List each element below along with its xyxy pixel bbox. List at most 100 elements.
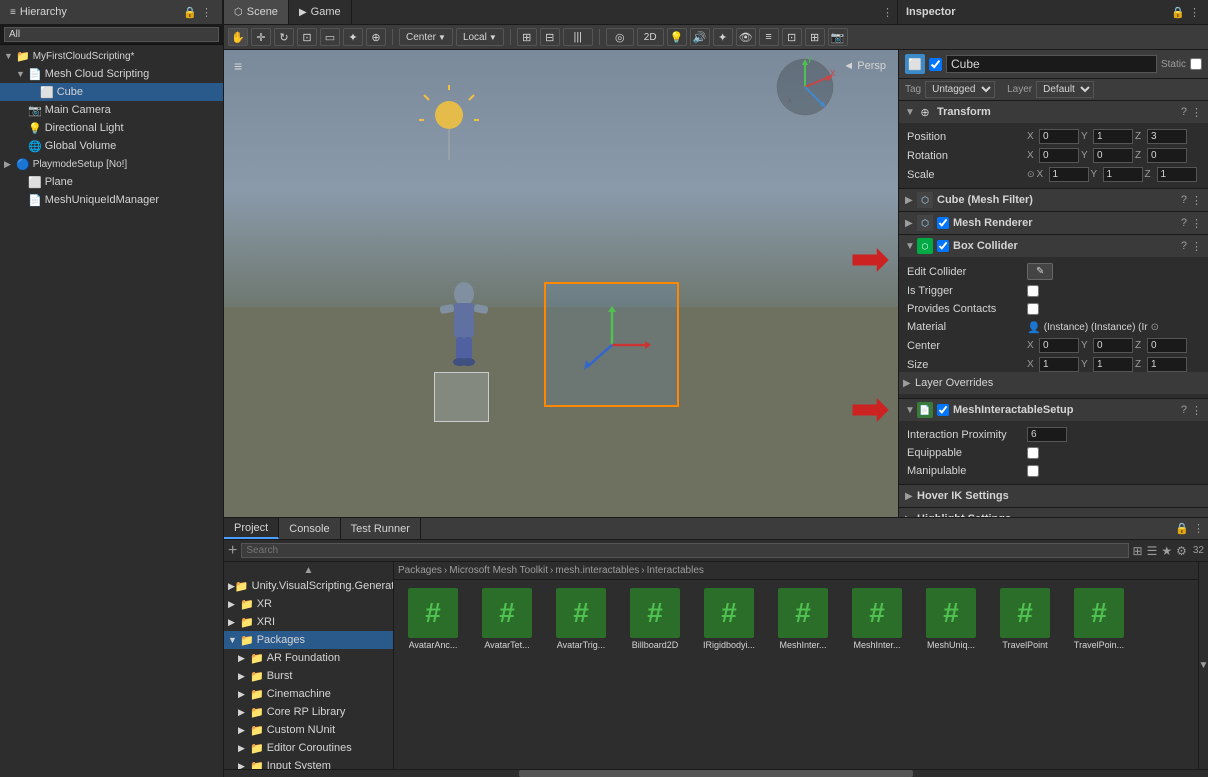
fx-btn[interactable]: ✦ xyxy=(713,28,733,46)
provides-contacts-checkbox[interactable] xyxy=(1027,303,1039,315)
tool-btn-hand[interactable]: ✋ xyxy=(228,28,248,46)
center-z[interactable] xyxy=(1147,338,1187,353)
file-item-4[interactable]: IRigidbodyi... xyxy=(694,584,764,765)
rotation-x[interactable] xyxy=(1039,148,1079,163)
snap-btn2[interactable]: ⊟ xyxy=(540,28,560,46)
manipulable-checkbox[interactable] xyxy=(1027,465,1039,477)
scene-viewport[interactable]: ◄ Persp Y X xyxy=(224,50,898,517)
scale-z[interactable] xyxy=(1157,167,1197,182)
mesh-renderer-help-icon[interactable]: ? xyxy=(1181,217,1187,230)
inspector-menu-icon[interactable]: ⋮ xyxy=(1189,6,1200,19)
mesh-interactable-menu-icon[interactable]: ⋮ xyxy=(1191,404,1202,417)
mesh-interactable-header[interactable]: ▼ 📄 MeshInteractableSetup ? ⋮ xyxy=(899,399,1208,421)
console-tab[interactable]: Console xyxy=(279,518,340,539)
snap-btn[interactable]: ⊞ xyxy=(517,28,537,46)
project-tree-item-cinemachine[interactable]: ▶ 📁 Cinemachine xyxy=(224,685,393,703)
tree-item-root[interactable]: ▼ 📁 MyFirstCloudScripting* xyxy=(0,47,223,65)
file-item-2[interactable]: AvatarTrig... xyxy=(546,584,616,765)
audio-btn[interactable]: 🔊 xyxy=(690,28,710,46)
grid-btn[interactable]: ⊞ xyxy=(805,28,825,46)
file-item-6[interactable]: MeshInter... xyxy=(842,584,912,765)
project-tree-item-core-rp[interactable]: ▶ 📁 Core RP Library xyxy=(224,703,393,721)
interaction-proximity-input[interactable] xyxy=(1027,427,1067,442)
file-item-9[interactable]: TravelPoin... xyxy=(1064,584,1134,765)
project-scroll-bar[interactable]: ▼ xyxy=(1198,562,1208,769)
game-tab[interactable]: ▶ Game xyxy=(289,0,352,24)
inspector-lock-icon[interactable]: 🔒 xyxy=(1171,6,1185,19)
hierarchy-tab[interactable]: ≡ Hierarchy 🔒 ⋮ xyxy=(0,0,223,24)
gameobject-name-input[interactable] xyxy=(946,55,1157,73)
project-bottom-scrollbar[interactable] xyxy=(224,769,1208,777)
tag-select[interactable]: Untagged xyxy=(925,81,995,98)
breadcrumb-packages[interactable]: Packages xyxy=(398,565,442,576)
2d-btn[interactable]: 2D xyxy=(637,28,664,46)
selected-cube[interactable] xyxy=(544,282,679,407)
local-dropdown[interactable]: Local ▼ xyxy=(456,28,504,46)
light-btn[interactable]: 💡 xyxy=(667,28,687,46)
tool-btn-combo[interactable]: ✦ xyxy=(343,28,363,46)
scrollbar-thumb[interactable] xyxy=(519,770,913,777)
scene-tab[interactable]: ⬡ Scene xyxy=(224,0,289,24)
project-tree-item-editor-coroutines[interactable]: ▶ 📁 Editor Coroutines xyxy=(224,739,393,757)
size-y[interactable] xyxy=(1093,357,1133,372)
tree-item-cube[interactable]: ⬜ Cube xyxy=(0,83,223,101)
mesh-filter-header[interactable]: ▶ ⬡ Cube (Mesh Filter) ? ⋮ xyxy=(899,189,1208,211)
size-x[interactable] xyxy=(1039,357,1079,372)
tree-item-dir-light[interactable]: 💡 Directional Light xyxy=(0,119,223,137)
mesh-renderer-header[interactable]: ▶ ⬡ Mesh Renderer ? ⋮ xyxy=(899,212,1208,234)
hover-ik-header[interactable]: ▶ Hover IK Settings xyxy=(899,485,1208,507)
mesh-renderer-menu-icon[interactable]: ⋮ xyxy=(1191,217,1202,230)
file-item-1[interactable]: AvatarTet... xyxy=(472,584,542,765)
transform-help-icon[interactable]: ? xyxy=(1181,106,1187,119)
position-x[interactable] xyxy=(1039,129,1079,144)
equippable-checkbox[interactable] xyxy=(1027,447,1039,459)
tree-item-playmode[interactable]: ▶ 🔵 PlaymodeSetup [No!] xyxy=(0,155,223,173)
layer-select[interactable]: Default xyxy=(1036,81,1094,98)
tree-item-main-camera[interactable]: 📷 Main Camera xyxy=(0,101,223,119)
breadcrumb-mesh-toolkit[interactable]: Microsoft Mesh Toolkit xyxy=(449,565,548,576)
hide-btn[interactable]: 👁 xyxy=(736,28,756,46)
project-menu-icon[interactable]: ⋮ xyxy=(1193,522,1204,535)
hierarchy-search-input[interactable] xyxy=(4,27,219,42)
snap-btn3[interactable]: ||| xyxy=(563,28,593,46)
breadcrumb-interactables-folder[interactable]: Interactables xyxy=(647,565,704,576)
tree-item-mesh-uid[interactable]: 📄 MeshUniqueIdManager xyxy=(0,191,223,209)
mesh-filter-menu-icon[interactable]: ⋮ xyxy=(1191,194,1202,207)
tool-btn-rotate[interactable]: ↻ xyxy=(274,28,294,46)
tree-scroll-up[interactable]: ▲ xyxy=(224,564,393,577)
project-tree-item-packages[interactable]: ▼ 📁 Packages xyxy=(224,631,393,649)
file-item-8[interactable]: TravelPoint xyxy=(990,584,1060,765)
project-tree-item-xr[interactable]: ▶ 📁 XR xyxy=(224,595,393,613)
rotation-z[interactable] xyxy=(1147,148,1187,163)
tool-btn-move[interactable]: ✛ xyxy=(251,28,271,46)
transform-menu-icon[interactable]: ⋮ xyxy=(1191,106,1202,119)
hierarchy-menu-icon[interactable]: ⋮ xyxy=(201,6,212,19)
grid-view-btn[interactable]: ⊞ xyxy=(1133,544,1143,558)
box-collider-menu-icon[interactable]: ⋮ xyxy=(1191,240,1202,253)
tool-btn-rect[interactable]: ▭ xyxy=(320,28,340,46)
is-trigger-checkbox[interactable] xyxy=(1027,285,1039,297)
tool-btn-scale[interactable]: ⊡ xyxy=(297,28,317,46)
list-view-btn[interactable]: ☰ xyxy=(1147,544,1158,558)
tool-btn-extra[interactable]: ⊕ xyxy=(366,28,386,46)
tree-item-global-vol[interactable]: 🌐 Global Volume xyxy=(0,137,223,155)
test-runner-tab[interactable]: Test Runner xyxy=(341,518,421,539)
project-search-input[interactable] xyxy=(241,543,1128,558)
add-file-btn[interactable]: + xyxy=(228,542,237,560)
position-z[interactable] xyxy=(1147,129,1187,144)
box-collider-header[interactable]: ▼ ⬡ Box Collider ? ⋮ xyxy=(899,235,1208,257)
hierarchy-lock-icon[interactable]: 🔒 xyxy=(183,6,197,19)
inspector-tab[interactable]: Inspector 🔒 ⋮ xyxy=(898,0,1208,24)
project-tree-item-custom-nunit[interactable]: ▶ 📁 Custom NUnit xyxy=(224,721,393,739)
project-tree-item-ar[interactable]: ▶ 📁 AR Foundation xyxy=(224,649,393,667)
extra-btn[interactable]: ≡ xyxy=(759,28,779,46)
view-circle-btn[interactable]: ◎ xyxy=(606,28,634,46)
breadcrumb-interactables[interactable]: mesh.interactables xyxy=(555,565,639,576)
center-y[interactable] xyxy=(1093,338,1133,353)
cam-btn[interactable]: 📷 xyxy=(828,28,848,46)
file-item-5[interactable]: MeshInter... xyxy=(768,584,838,765)
project-tree-item-burst[interactable]: ▶ 📁 Burst xyxy=(224,667,393,685)
tree-item-mesh-cloud[interactable]: ▼ 📄 Mesh Cloud Scripting xyxy=(0,65,223,83)
box-collider-help-icon[interactable]: ? xyxy=(1181,240,1187,253)
scale-x[interactable] xyxy=(1049,167,1089,182)
